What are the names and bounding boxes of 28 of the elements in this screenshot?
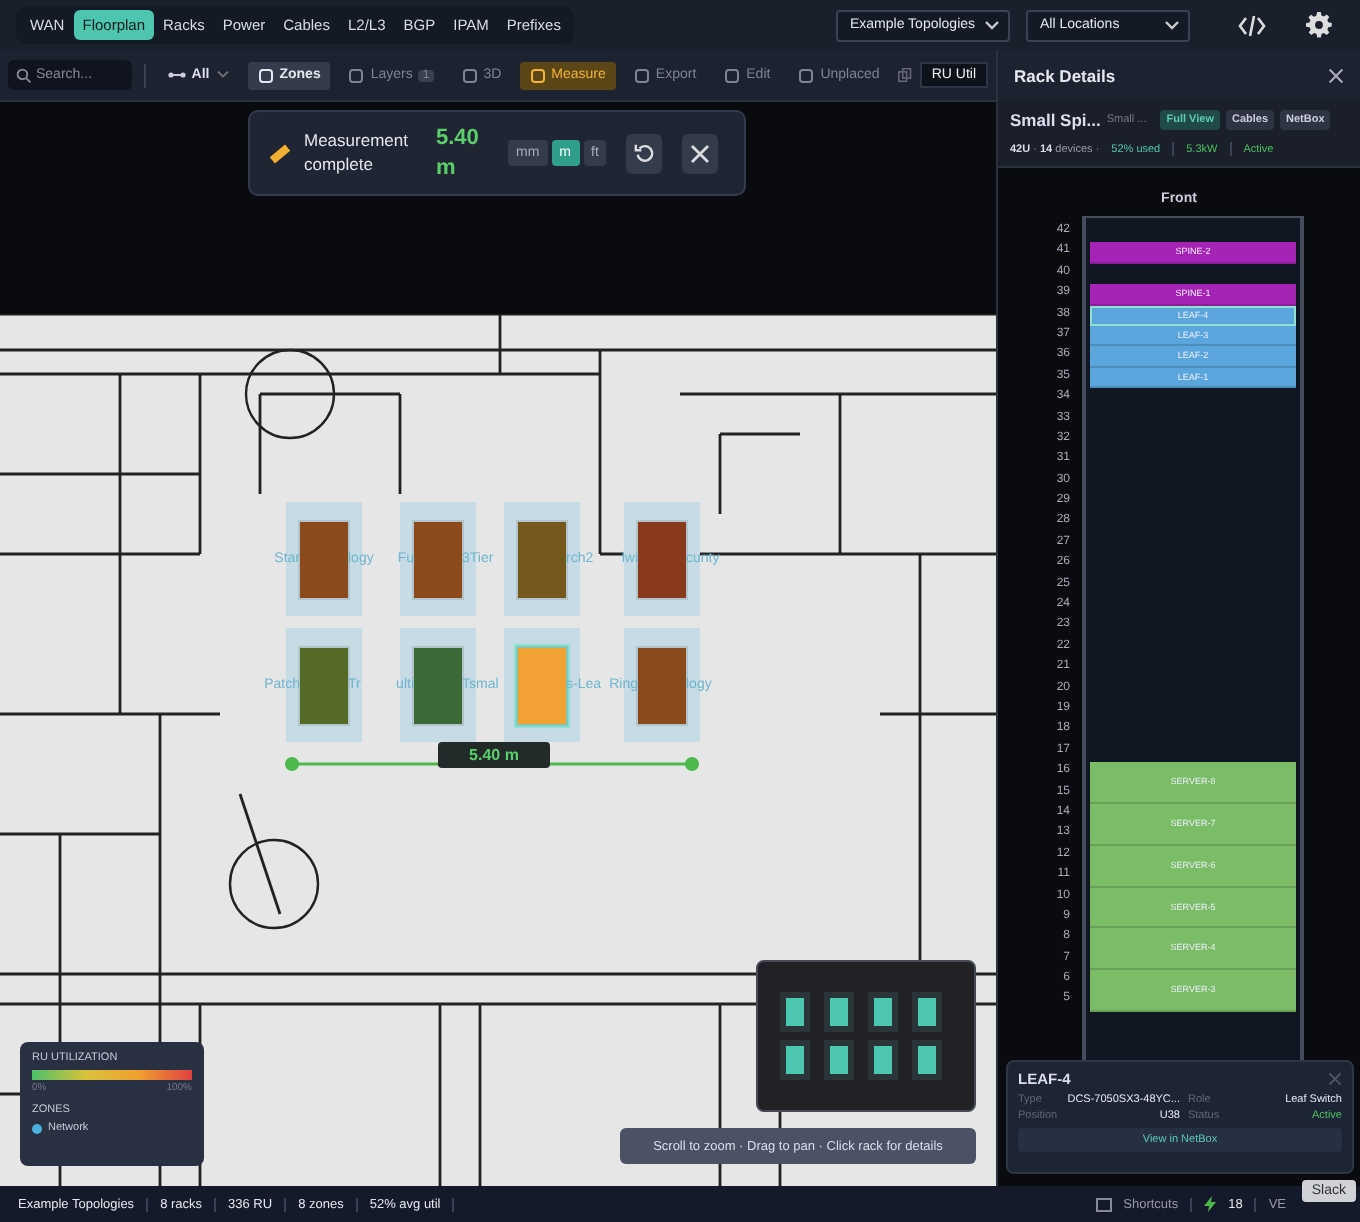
close-button[interactable] [682,133,719,173]
reset-icon [633,142,656,164]
caret-icon [984,19,1000,31]
tool-icon [633,67,650,83]
rack-name: Small Spi... [1010,110,1101,130]
reset-button[interactable] [626,133,663,173]
minimap[interactable] [756,960,976,1112]
keyboard-icon [1095,1197,1112,1211]
code-icon[interactable] [1238,13,1266,37]
tool-icon [348,67,365,83]
panel-title: Rack Details [1014,65,1116,85]
close-icon[interactable] [1328,67,1344,83]
settings-icon[interactable] [1306,12,1332,38]
measurement-value: 5.40 m [436,123,481,183]
search-icon [16,68,32,84]
caret-icon [1164,19,1180,31]
caret-icon [215,70,230,80]
tool-icon [257,67,274,83]
copy-icon [897,66,912,84]
tool-icon [529,67,546,83]
distance-label: 5.40 m [438,742,550,768]
tool-icon [461,67,478,83]
close-icon [690,143,711,163]
network-icon [167,68,186,82]
measurement-status: Measurement complete [304,130,410,176]
tool-icon [798,67,815,83]
tool-icon [724,67,741,83]
bolt-icon [1204,1196,1217,1212]
